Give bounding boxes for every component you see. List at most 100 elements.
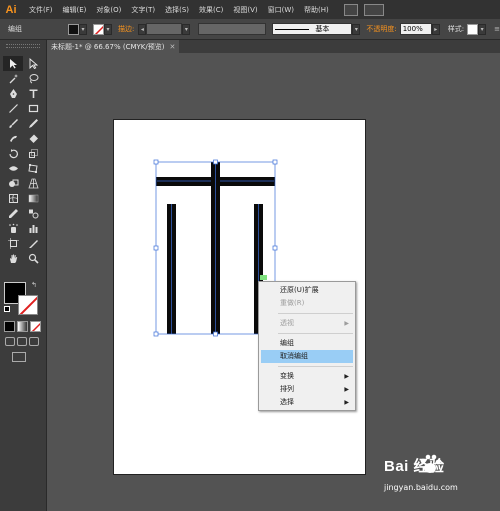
draw-inside-icon[interactable] <box>29 337 39 346</box>
swap-fill-stroke-icon[interactable]: ↰ <box>31 281 37 289</box>
menu-separator <box>278 333 353 334</box>
menu-help[interactable]: 帮助(H) <box>301 5 332 15</box>
selection-tool-icon[interactable] <box>3 56 23 71</box>
gradient-mode-icon[interactable] <box>17 321 28 332</box>
menu-object[interactable]: 对象(O) <box>93 5 124 15</box>
screen-mode-button[interactable] <box>12 352 26 362</box>
direct-selection-tool-icon[interactable] <box>23 56 43 71</box>
column-graph-tool-icon[interactable] <box>23 221 43 236</box>
stroke-weight-field[interactable] <box>146 23 183 35</box>
document-tab[interactable]: 未标题-1* @ 66.67% (CMYK/预览) ✕ <box>47 40 179 53</box>
scale-tool-icon[interactable] <box>23 146 43 161</box>
color-mode-icon[interactable] <box>4 321 15 332</box>
document-tab-bar: 未标题-1* @ 66.67% (CMYK/预览) ✕ <box>47 40 500 53</box>
pencil-tool-icon[interactable] <box>23 116 43 131</box>
pen-tool-icon[interactable] <box>3 86 23 101</box>
perspective-grid-tool-icon[interactable] <box>23 176 43 191</box>
submenu-arrow-icon: ▶ <box>344 399 349 406</box>
opacity-field[interactable]: 100% <box>399 23 432 35</box>
eyedropper-tool-icon[interactable] <box>3 206 23 221</box>
watermark-url: jingyan.baidu.com <box>384 483 458 492</box>
bridge-icon[interactable] <box>343 3 358 16</box>
stroke-dropdown[interactable]: ▾ <box>104 23 112 35</box>
type-tool-icon[interactable] <box>23 86 43 101</box>
menu-item-perspective[interactable]: 透视 ▶ <box>259 317 355 330</box>
fill-swatch[interactable] <box>68 23 79 35</box>
symbol-sprayer-tool-icon[interactable] <box>3 221 23 236</box>
stroke-swatch[interactable] <box>93 23 104 35</box>
none-mode-icon[interactable] <box>30 321 41 332</box>
draw-behind-icon[interactable] <box>17 337 27 346</box>
free-transform-tool-icon[interactable] <box>23 161 43 176</box>
menu-item-undo-expand[interactable]: 还原(U)扩展 <box>259 284 355 297</box>
rectangle-tool-icon[interactable] <box>23 101 43 116</box>
zoom-tool-icon[interactable] <box>23 251 43 266</box>
mesh-tool-icon[interactable] <box>3 191 23 206</box>
menu-bar: Ai 文件(F) 编辑(E) 对象(O) 文字(T) 选择(S) 效果(C) 视… <box>0 0 500 19</box>
stroke-color-box[interactable] <box>18 295 38 315</box>
graphic-style-dropdown[interactable]: ▾ <box>478 23 487 35</box>
opacity-label[interactable]: 不透明度: <box>366 24 396 34</box>
shape-builder-tool-icon[interactable] <box>3 176 23 191</box>
gradient-tool-icon[interactable] <box>23 191 43 206</box>
artboard-tool-icon[interactable] <box>3 236 23 251</box>
brush-stroke-preview <box>275 28 310 30</box>
fill-stroke-widget: ↰ <box>4 281 44 316</box>
hand-tool-icon[interactable] <box>3 251 23 266</box>
workspace-switcher-icon[interactable] <box>363 3 384 16</box>
app-logo: Ai <box>5 3 17 16</box>
magic-wand-tool-icon[interactable] <box>3 71 23 86</box>
brush-definition-field[interactable]: 基本 <box>272 23 353 35</box>
watermark-brand: Bai 经验 <box>384 458 445 475</box>
blend-tool-icon[interactable] <box>23 206 43 221</box>
default-fill-stroke-icon[interactable] <box>4 306 10 312</box>
control-bar: 编组 ▾ ▾ 描边: ◂ ▾ 基本 ▾ 不透明度: 100% ▸ 样式: ▾ ≡ <box>0 19 500 40</box>
eraser-tool-icon[interactable] <box>23 131 43 146</box>
graphic-style-swatch[interactable] <box>467 23 479 35</box>
stroke-label[interactable]: 描边: <box>118 24 134 34</box>
stroke-weight-dropdown[interactable]: ▾ <box>182 23 191 35</box>
submenu-arrow-icon: ▶ <box>344 386 349 393</box>
menu-edit[interactable]: 编辑(E) <box>60 5 90 15</box>
close-tab-icon[interactable]: ✕ <box>169 43 175 51</box>
draw-mode-buttons <box>5 337 39 346</box>
variable-width-profile[interactable] <box>198 23 267 35</box>
menu-item-arrange[interactable]: 排列 ▶ <box>259 383 355 396</box>
menu-item-select[interactable]: 选择 ▶ <box>259 396 355 409</box>
lasso-tool-icon[interactable] <box>23 71 43 86</box>
opacity-dropdown[interactable]: ▸ <box>431 23 440 35</box>
brush-dropdown[interactable]: ▾ <box>352 23 361 35</box>
selection-type-label: 编组 <box>8 25 22 33</box>
menu-file[interactable]: 文件(F) <box>26 5 56 15</box>
brush-name: 基本 <box>315 25 330 33</box>
menu-item-redo[interactable]: 重做(R) <box>259 297 355 310</box>
baidu-jingyan-watermark: Bai 经验 jingyan.baidu.com <box>378 454 496 495</box>
menu-item-ungroup[interactable]: 取消编组 <box>261 350 353 363</box>
menu-separator <box>278 313 353 314</box>
menu-item-transform[interactable]: 变换 ▶ <box>259 370 355 383</box>
stroke-weight-stepper[interactable]: ◂ <box>138 23 147 35</box>
menu-view[interactable]: 视图(V) <box>230 5 260 15</box>
line-tool-icon[interactable] <box>3 101 23 116</box>
menu-effect[interactable]: 效果(C) <box>196 5 226 15</box>
no-stroke-icon <box>94 25 103 34</box>
menu-window[interactable]: 窗口(W) <box>265 5 297 15</box>
fill-dropdown[interactable]: ▾ <box>79 23 87 35</box>
menu-type[interactable]: 文字(T) <box>128 5 158 15</box>
menu-item-group[interactable]: 编组 <box>259 337 355 350</box>
context-menu: 还原(U)扩展 重做(R) 透视 ▶ 编组 取消编组 变换 ▶ 排列 ▶ 选择 ▶ <box>258 281 356 411</box>
rotate-tool-icon[interactable] <box>3 146 23 161</box>
color-mode-buttons <box>4 321 41 332</box>
menu-select[interactable]: 选择(S) <box>162 5 192 15</box>
style-label: 样式: <box>447 25 465 33</box>
slice-tool-icon[interactable] <box>23 236 43 251</box>
document-tab-title: 未标题-1* @ 66.67% (CMYK/预览) <box>51 42 165 51</box>
menu-separator <box>278 366 353 367</box>
width-tool-icon[interactable] <box>3 161 23 176</box>
blob-brush-tool-icon[interactable] <box>3 131 23 146</box>
no-color-icon <box>19 296 37 314</box>
toolbox-grip[interactable] <box>6 44 40 48</box>
paintbrush-tool-icon[interactable] <box>3 116 23 131</box>
panel-menu-icon[interactable]: ≡ <box>494 25 500 33</box>
draw-normal-icon[interactable] <box>5 337 15 346</box>
